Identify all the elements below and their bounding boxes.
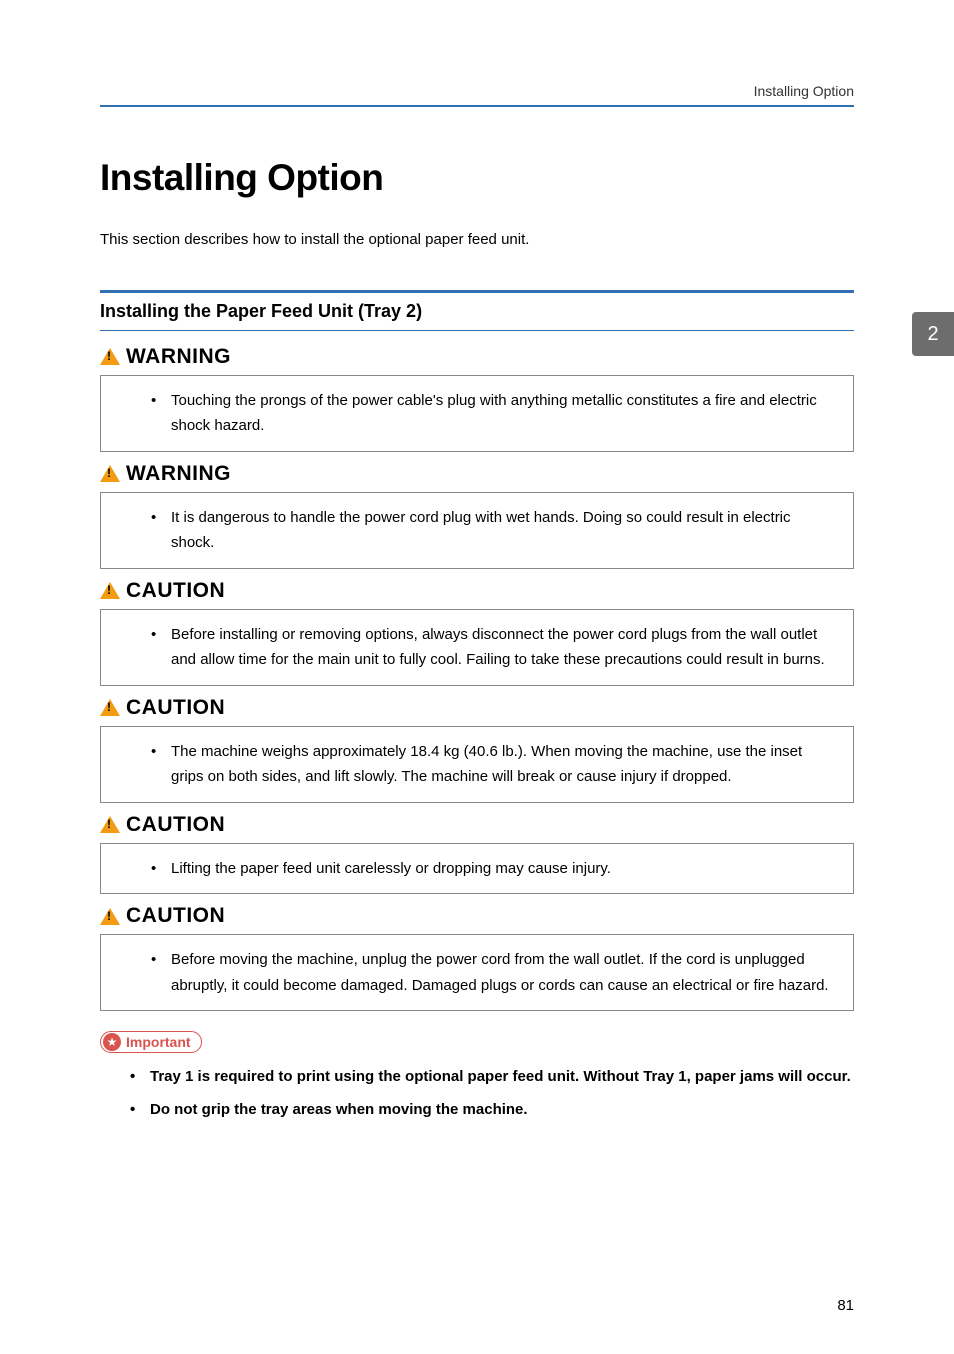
intro-text: This section describes how to install th…: [100, 229, 854, 252]
caution-label-text: CAUTION: [126, 696, 225, 720]
caution-triangle-icon: [100, 816, 120, 833]
caution-triangle-icon: [100, 699, 120, 716]
important-item: Do not grip the tray areas when moving t…: [130, 1096, 854, 1125]
star-icon: ★: [103, 1033, 121, 1051]
running-header: Installing Option: [100, 83, 854, 107]
warning-box: Touching the prongs of the power cable's…: [100, 375, 854, 452]
caution-label-text: CAUTION: [126, 813, 225, 837]
warning-item: Touching the prongs of the power cable's…: [151, 388, 835, 439]
page: Installing Option 2 Installing Option Th…: [0, 0, 954, 1354]
page-title: Installing Option: [100, 157, 854, 199]
caution-label: CAUTION: [100, 813, 854, 837]
caution-label: CAUTION: [100, 696, 854, 720]
section-number-tab: 2: [912, 312, 954, 356]
caution-label-text: CAUTION: [126, 904, 225, 928]
important-item: Tray 1 is required to print using the op…: [130, 1063, 854, 1092]
warning-item: It is dangerous to handle the power cord…: [151, 505, 835, 556]
caution-label: CAUTION: [100, 904, 854, 928]
caution-box: Before moving the machine, unplug the po…: [100, 934, 854, 1011]
important-label: ★ Important: [100, 1031, 202, 1053]
important-list: Tray 1 is required to print using the op…: [100, 1063, 854, 1124]
warning-triangle-icon: [100, 348, 120, 365]
warning-label: WARNING: [100, 462, 854, 486]
caution-triangle-icon: [100, 908, 120, 925]
important-label-text: Important: [126, 1034, 191, 1050]
caution-item: Before moving the machine, unplug the po…: [151, 947, 835, 998]
warning-label: WARNING: [100, 345, 854, 369]
warning-label-text: WARNING: [126, 345, 231, 369]
caution-label-text: CAUTION: [126, 579, 225, 603]
caution-triangle-icon: [100, 582, 120, 599]
section-heading: Installing the Paper Feed Unit (Tray 2): [100, 290, 854, 331]
warning-triangle-icon: [100, 465, 120, 482]
caution-box: Lifting the paper feed unit carelessly o…: [100, 843, 854, 895]
warning-box: It is dangerous to handle the power cord…: [100, 492, 854, 569]
warning-label-text: WARNING: [126, 462, 231, 486]
page-number: 81: [837, 1297, 854, 1314]
caution-box: Before installing or removing options, a…: [100, 609, 854, 686]
caution-item: Lifting the paper feed unit carelessly o…: [151, 856, 835, 882]
caution-item: Before installing or removing options, a…: [151, 622, 835, 673]
caution-label: CAUTION: [100, 579, 854, 603]
caution-box: The machine weighs approximately 18.4 kg…: [100, 726, 854, 803]
caution-item: The machine weighs approximately 18.4 kg…: [151, 739, 835, 790]
